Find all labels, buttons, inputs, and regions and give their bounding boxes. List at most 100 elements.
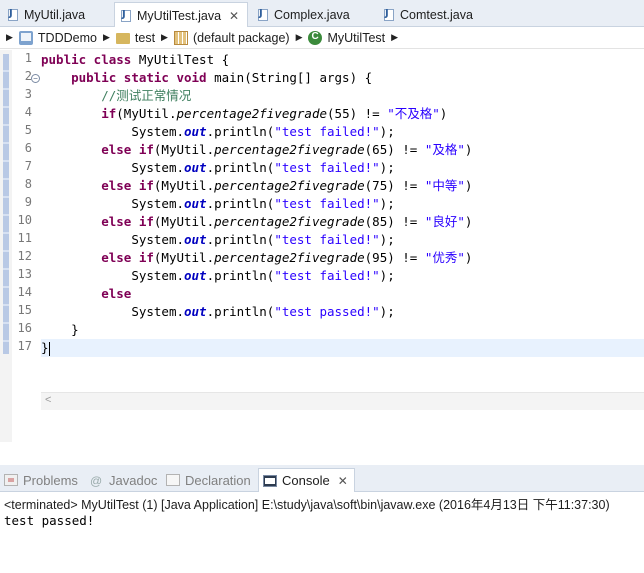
code-text: .println( — [206, 196, 275, 211]
line-number: 15 — [17, 303, 32, 317]
code-text: ) — [464, 142, 473, 157]
code-line: public class MyUtilTest { — [41, 51, 229, 69]
code-text: (MyUtil. — [116, 106, 177, 121]
tab-label: Console — [282, 473, 330, 488]
static-field: out — [184, 268, 207, 283]
code-text: System. — [131, 124, 184, 139]
chevron-right-icon[interactable]: ▶ — [6, 32, 13, 43]
method-call: percentage2fivegrade — [214, 142, 365, 157]
method-call: percentage2fivegrade — [176, 106, 328, 121]
chevron-right-icon[interactable]: ▶ — [103, 32, 110, 43]
chevron-right-icon[interactable]: ▶ — [296, 32, 303, 43]
line-number: 5 — [24, 123, 32, 137]
code-text: (75) != — [364, 178, 425, 193]
editor-tab-bar: J MyUtil.java J MyUtilTest.java ✕ J Comp… — [0, 0, 644, 28]
tab-myutiltest-java[interactable]: J MyUtilTest.java ✕ — [114, 2, 248, 28]
tab-complex-java[interactable]: J Complex.java — [252, 2, 370, 27]
code-text: .println( — [206, 160, 275, 175]
tab-javadoc[interactable]: @ Javadoc — [90, 468, 157, 492]
string-literal: "及格" — [424, 142, 465, 157]
code-text: (85) != — [364, 214, 425, 229]
tab-comtest-java[interactable]: J Comtest.java — [378, 2, 488, 27]
chevron-right-icon[interactable]: ▶ — [391, 32, 398, 43]
code-line: else — [41, 285, 131, 303]
code-line: System.out.println("test failed!"); — [41, 123, 394, 141]
line-number: 2 — [24, 69, 32, 83]
tab-declaration[interactable]: Declaration — [166, 468, 251, 492]
breadcrumb-class[interactable]: MyUtilTest — [308, 30, 385, 45]
method-call: percentage2fivegrade — [214, 214, 365, 229]
code-text: ); — [379, 160, 395, 175]
project-icon — [18, 30, 33, 45]
keyword: else — [101, 286, 132, 301]
code-text: (95) != — [364, 250, 425, 265]
string-literal: "良好" — [424, 214, 465, 229]
chevron-right-icon[interactable]: ▶ — [161, 32, 168, 43]
string-literal: "test failed!" — [274, 268, 380, 283]
static-field: out — [184, 124, 207, 139]
code-line: } — [41, 321, 79, 339]
line-number: 4 — [24, 105, 32, 119]
close-icon[interactable]: ✕ — [338, 474, 348, 488]
source-folder-icon — [115, 33, 130, 44]
tab-label: Complex.java — [274, 7, 350, 22]
code-line: System.out.println("test failed!"); — [41, 231, 395, 249]
fold-collapse-icon[interactable]: − — [31, 74, 40, 83]
keyword: public class — [41, 52, 139, 67]
console-output[interactable]: test passed! — [4, 513, 94, 528]
tab-console[interactable]: Console ✕ — [258, 468, 355, 492]
scroll-left-icon[interactable]: < — [45, 394, 51, 406]
line-number-gutter: 1 2 − 3 4 5 6 7 8 9 10 11 12 13 14 15 16… — [12, 50, 40, 442]
breadcrumb-folder[interactable]: test — [115, 31, 155, 45]
string-literal: "test passed!" — [274, 304, 380, 319]
string-literal: "优秀" — [424, 250, 465, 265]
horizontal-scrollbar[interactable]: < — [41, 392, 644, 410]
java-file-icon: J — [382, 8, 396, 22]
code-text: MyUtilTest { — [138, 52, 230, 67]
tab-label: MyUtil.java — [24, 7, 86, 22]
code-text: .println( — [206, 124, 275, 139]
code-text: main(String[] args) { — [214, 70, 373, 85]
close-icon[interactable]: ✕ — [229, 9, 239, 23]
static-field: out — [184, 160, 207, 175]
string-literal: "test failed!" — [274, 232, 380, 247]
code-text: System. — [131, 268, 184, 283]
keyword: if — [101, 106, 117, 121]
code-line: else if(MyUtil.percentage2fivegrade(95) … — [41, 249, 472, 267]
code-text-area[interactable]: public class MyUtilTest { public static … — [41, 50, 644, 442]
code-text: System. — [131, 196, 184, 211]
code-text: (MyUtil. — [153, 178, 215, 193]
line-number: 11 — [17, 231, 32, 245]
tab-myutil-java[interactable]: J MyUtil.java — [2, 2, 108, 27]
line-number: 7 — [24, 159, 32, 173]
code-text: ); — [379, 232, 395, 247]
code-editor[interactable]: 1 2 − 3 4 5 6 7 8 9 10 11 12 13 14 15 16… — [0, 50, 644, 442]
tab-problems[interactable]: Problems — [4, 468, 78, 492]
string-literal: "test failed!" — [274, 124, 380, 139]
problems-icon — [4, 474, 18, 486]
breadcrumb-project-label: TDDDemo — [37, 30, 97, 45]
text-caret — [48, 341, 50, 356]
java-file-icon: J — [256, 8, 270, 22]
breadcrumb-project[interactable]: TDDDemo — [18, 30, 97, 45]
string-literal: "test failed!" — [274, 196, 380, 211]
package-icon — [173, 30, 188, 45]
tab-label: Problems — [23, 472, 78, 488]
keyword: else if — [101, 142, 154, 157]
breadcrumb-package[interactable]: (default package) — [173, 30, 290, 45]
code-text: } — [41, 340, 49, 355]
tab-label: Javadoc — [109, 472, 158, 488]
code-line: public static void main(String[] args) { — [41, 69, 372, 87]
class-icon — [308, 30, 323, 45]
line-number: 8 — [24, 177, 32, 191]
string-literal: "test failed!" — [274, 160, 380, 175]
javadoc-icon: @ — [90, 474, 103, 488]
java-file-icon: J — [6, 8, 20, 22]
code-text: ); — [379, 268, 395, 283]
breadcrumb: ▶ TDDDemo ▶ test ▶ (default package) ▶ M… — [0, 27, 644, 49]
code-line: if(MyUtil.percentage2fivegrade(55) != "不… — [41, 105, 447, 123]
method-call: percentage2fivegrade — [214, 250, 365, 265]
code-line: //测试正常情况 — [41, 87, 191, 105]
code-text: .println( — [206, 304, 275, 319]
code-text: (65) != — [364, 142, 425, 157]
